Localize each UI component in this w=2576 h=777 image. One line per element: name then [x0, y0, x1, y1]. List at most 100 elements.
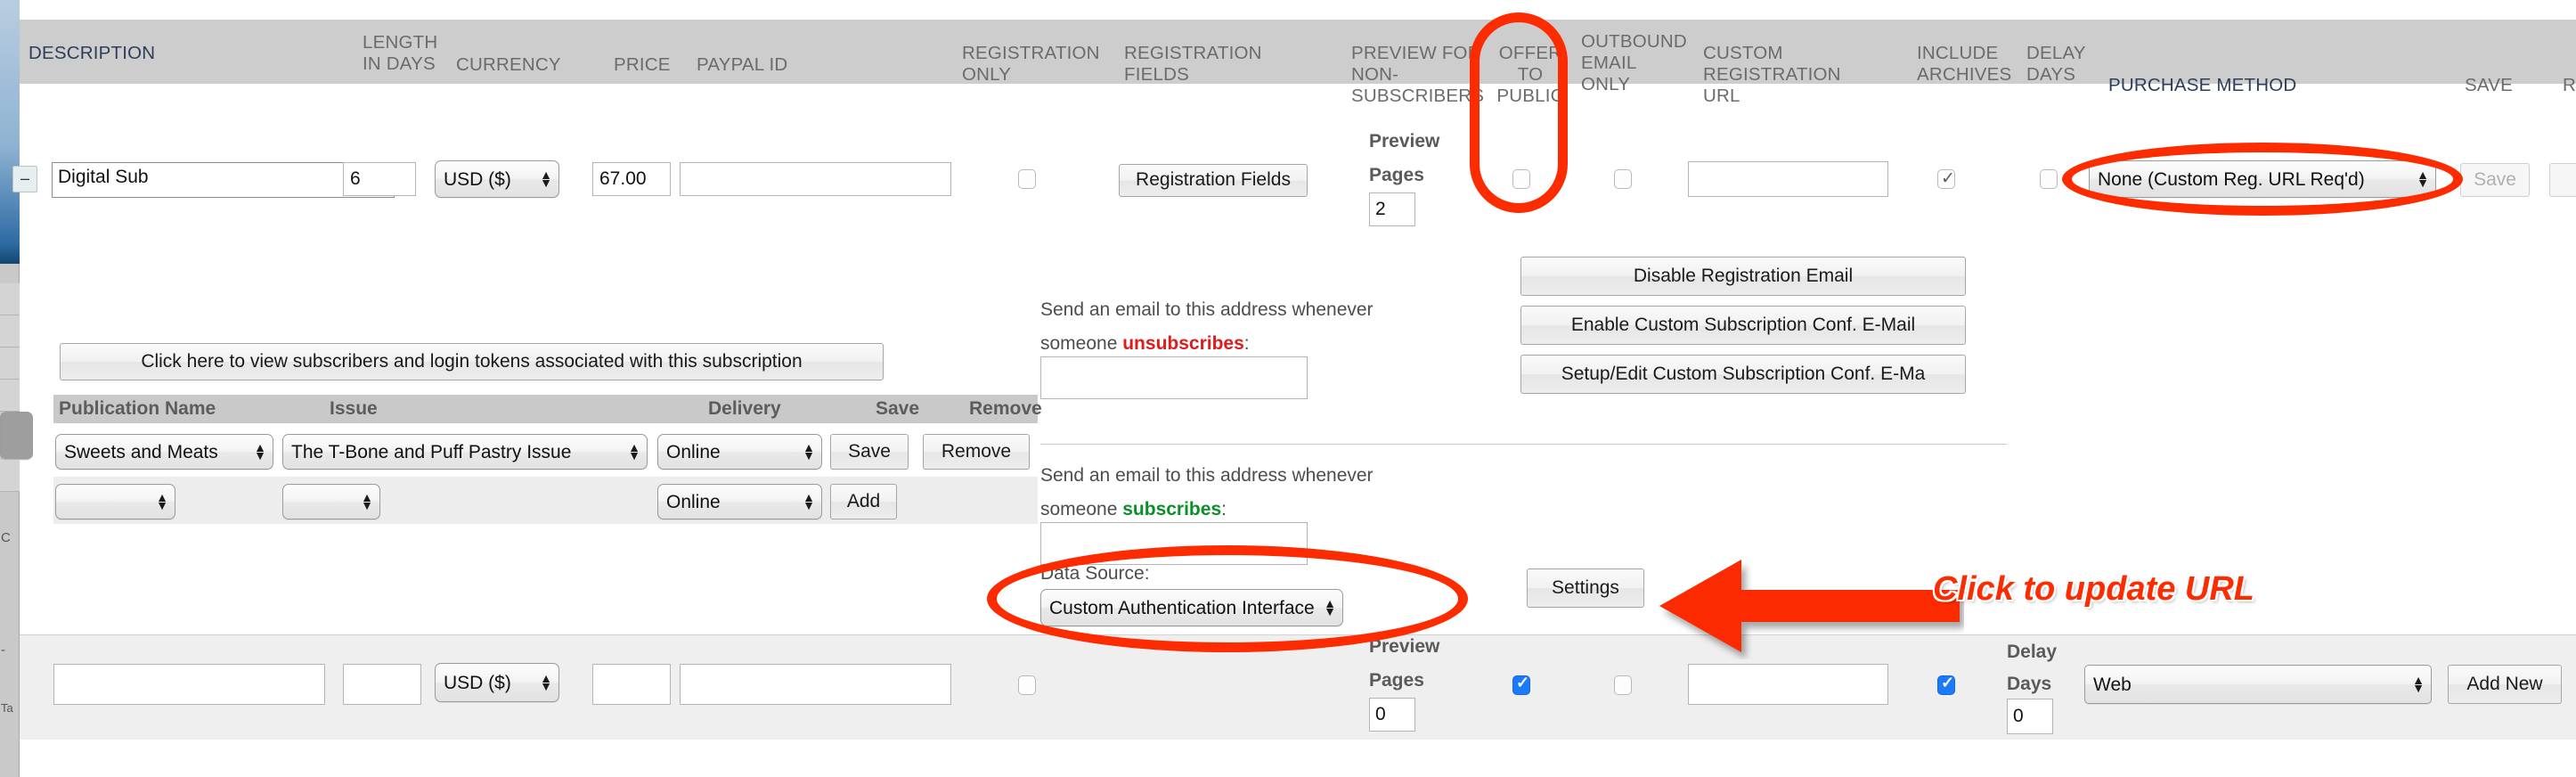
new-purchase-method-select[interactable]: Web — [2084, 665, 2432, 704]
publications-table-header: Publication Name Issue Delivery Save Rem… — [53, 395, 1038, 423]
column-header-remove: REM — [2563, 75, 2576, 96]
new-currency-select[interactable]: USD ($) — [435, 663, 559, 702]
sidebar-row[interactable] — [0, 348, 20, 380]
column-header-currency: CURRENCY — [456, 54, 561, 76]
row-save-button[interactable]: Save — [2460, 163, 2530, 197]
pub-col-delivery: Delivery — [708, 395, 781, 423]
settings-button[interactable]: Settings — [1527, 568, 1644, 608]
publication-select[interactable]: Sweets and Meats — [55, 434, 273, 470]
add-new-button[interactable]: Add New — [2448, 665, 2562, 704]
collapse-row-button[interactable]: – — [12, 166, 37, 192]
column-header-purchase-method: PURCHASE METHOD — [2108, 75, 2296, 96]
new-price-input[interactable] — [592, 664, 671, 705]
new-purchase-method-select-wrap[interactable]: Web ▲▼ — [2084, 665, 2432, 704]
price-input[interactable]: 67.00 — [592, 162, 671, 196]
column-header-price: PRICE — [614, 54, 671, 76]
disable-registration-email-button[interactable]: Disable Registration Email — [1520, 257, 1966, 296]
new-custom-registration-url-input[interactable] — [1688, 664, 1888, 705]
include-archives-checkbox[interactable] — [1937, 169, 1955, 189]
currency-select[interactable]: USD ($) — [435, 160, 559, 198]
sidebar-row-selected[interactable] — [0, 412, 33, 460]
column-header-custom-registration-url: CUSTOMREGISTRATION URL — [1703, 43, 1881, 107]
issue-select-wrap-1[interactable]: The T-Bone and Puff Pastry Issue ▲▼ — [282, 434, 648, 470]
unsubscribe-keyword: unsubscribes — [1122, 333, 1244, 354]
sidebar-glyph-ta-icon: Ta — [1, 702, 13, 714]
new-offer-to-public-checkbox[interactable] — [1512, 675, 1530, 695]
offer-to-public-checkbox[interactable] — [1512, 169, 1530, 189]
unsubscribe-note-line1: Send an email to this address whenever — [1040, 298, 1374, 322]
row-remove-button[interactable]: R — [2549, 163, 2576, 197]
registration-only-checkbox[interactable] — [1018, 169, 1036, 189]
sidebar-row[interactable] — [0, 460, 20, 492]
currency-select-wrap[interactable]: USD ($) ▲▼ — [435, 160, 559, 198]
custom-registration-url-input[interactable] — [1688, 161, 1888, 197]
delivery-select[interactable]: Online — [657, 434, 822, 470]
new-preview-pages-input[interactable]: 0 — [1369, 698, 1415, 732]
outbound-email-only-checkbox[interactable] — [1614, 169, 1632, 189]
pub-col-remove: Remove — [969, 395, 1042, 423]
purchase-method-select-wrap[interactable]: None (Custom Reg. URL Req'd) ▲▼ — [2089, 160, 2436, 198]
pub-col-publication-name: Publication Name — [59, 395, 216, 423]
issue-select[interactable]: The T-Bone and Puff Pastry Issue — [282, 434, 648, 470]
publication-add-button[interactable]: Add — [830, 484, 897, 519]
subscribe-note-line1: Send an email to this address whenever — [1040, 463, 1374, 487]
publication-select-wrap-2[interactable]: ▲▼ — [55, 484, 175, 519]
purchase-method-select[interactable]: None (Custom Reg. URL Req'd) — [2089, 160, 2436, 198]
unsubscribe-note-post: : — [1244, 333, 1250, 354]
issue-select-new[interactable] — [282, 484, 380, 519]
new-delay-days-label-line2: Days — [2007, 672, 2051, 696]
view-subscribers-button[interactable]: Click here to view subscribers and login… — [60, 343, 884, 380]
new-delay-days-input[interactable]: 0 — [2007, 699, 2053, 734]
sidebar-row[interactable] — [0, 283, 20, 315]
new-length-in-days-input[interactable] — [343, 664, 421, 705]
subscribe-note-pre: someone — [1040, 499, 1122, 519]
new-delay-days-label-line1: Delay — [2007, 640, 2057, 664]
table-header-row: DESCRIPTION LENGTHIN DAYS CURRENCY PRICE… — [20, 20, 2576, 84]
column-header-include-archives: INCLUDEARCHIVES — [1917, 43, 2015, 86]
setup-edit-custom-subscription-conf-email-button[interactable]: Setup/Edit Custom Subscription Conf. E-M… — [1520, 355, 1966, 394]
unsubscribe-note-line2: someone unsubscribes: — [1040, 331, 1250, 356]
data-source-select[interactable]: Custom Authentication Interface — [1040, 589, 1343, 626]
publication-select-new[interactable] — [55, 484, 175, 519]
sidebar-row[interactable] — [0, 380, 20, 412]
page-root: C - Ta DESCRIPTION LENGTHIN DAYS CURRENC… — [0, 0, 2576, 777]
column-header-delay-days: DELAYDAYS — [2026, 43, 2091, 86]
unsubscribe-note-pre: someone — [1040, 333, 1122, 354]
left-sidebar-strip: C - Ta — [0, 0, 20, 777]
column-header-preview-for-non-subscribers: PREVIEW FORNON-SUBSCRIBERS — [1351, 43, 1487, 107]
enable-custom-subscription-conf-email-button[interactable]: Enable Custom Subscription Conf. E-Mail — [1520, 306, 1966, 345]
subscribe-email-input[interactable] — [1040, 522, 1308, 565]
subscribe-note-post: : — [1221, 499, 1227, 519]
column-header-save: SAVE — [2465, 75, 2513, 96]
sidebar-row[interactable] — [0, 315, 20, 348]
new-registration-only-checkbox[interactable] — [1018, 675, 1036, 695]
sidebar-header-gradient — [0, 0, 20, 264]
column-header-length-in-days: LENGTHIN DAYS — [363, 32, 447, 75]
column-header-length-in-days-label: LENGTHIN DAYS — [363, 32, 437, 74]
new-outbound-email-only-checkbox[interactable] — [1614, 675, 1632, 695]
pub-col-save: Save — [876, 395, 919, 423]
delivery-select-wrap-2[interactable]: Online ▲▼ — [657, 484, 822, 519]
publication-remove-button[interactable]: Remove — [923, 434, 1030, 470]
sidebar-glyph-c-icon: C — [1, 531, 11, 544]
issue-select-wrap-2[interactable]: ▲▼ — [282, 484, 380, 519]
new-preview-pages-label-line1: Preview — [1369, 634, 1439, 658]
preview-pages-input[interactable]: 2 — [1369, 192, 1415, 226]
delivery-select-new[interactable]: Online — [657, 484, 822, 519]
subscribe-note-line2: someone subscribes: — [1040, 497, 1227, 521]
delivery-select-wrap-1[interactable]: Online ▲▼ — [657, 434, 822, 470]
delay-days-checkbox[interactable] — [2040, 169, 2058, 189]
publication-select-wrap-1[interactable]: Sweets and Meats ▲▼ — [55, 434, 273, 470]
publication-save-button[interactable]: Save — [830, 434, 909, 470]
new-include-archives-checkbox[interactable] — [1937, 675, 1955, 695]
length-in-days-input[interactable]: 6 — [343, 162, 416, 196]
new-paypal-id-input[interactable] — [680, 664, 951, 705]
column-header-outbound-email-only: OUTBOUNDEMAIL ONLY — [1581, 31, 1679, 95]
data-source-select-wrap[interactable]: Custom Authentication Interface ▲▼ — [1040, 589, 1343, 626]
new-description-input[interactable] — [53, 664, 325, 705]
unsubscribe-email-input[interactable] — [1040, 356, 1308, 399]
annotation-callout-text: Click to update URL — [1933, 570, 2254, 609]
paypal-id-input[interactable] — [680, 162, 951, 196]
registration-fields-button[interactable]: Registration Fields — [1119, 164, 1308, 197]
new-currency-select-wrap[interactable]: USD ($) ▲▼ — [435, 663, 559, 702]
